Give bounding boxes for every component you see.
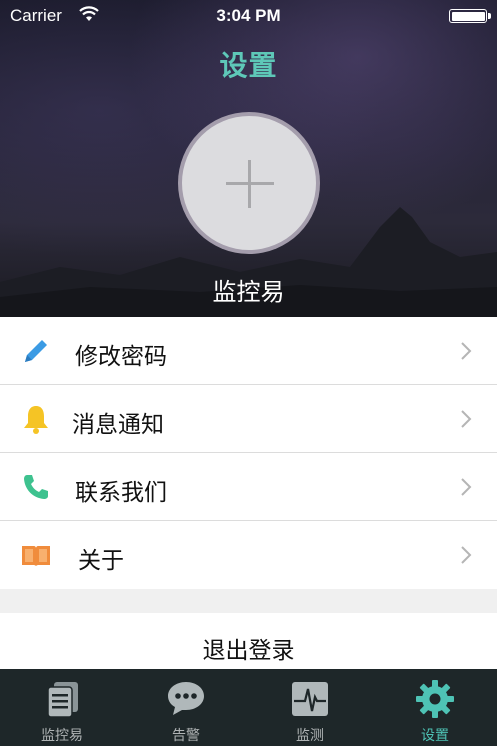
status-bar: Carrier 3:04 PM [0, 0, 497, 34]
tab-label: 设置 [421, 728, 449, 744]
gear-icon [416, 680, 454, 718]
logout-button[interactable]: 退出登录 [0, 613, 497, 669]
menu-item-label: 消息通知 [72, 412, 164, 438]
bell-icon [24, 406, 48, 434]
chevron-right-icon [461, 478, 472, 496]
avatar-add-button[interactable] [178, 112, 320, 254]
menu-item-about[interactable]: 关于 [0, 521, 497, 589]
tab-label: 告警 [172, 728, 200, 744]
pencil-icon [25, 340, 47, 362]
clock: 3:04 PM [216, 6, 281, 25]
phone-icon [24, 475, 48, 499]
documents-icon [47, 682, 78, 718]
logout-label: 退出登录 [202, 638, 295, 664]
menu-item-change-password[interactable]: 修改密码 [0, 317, 497, 385]
tab-monitoring[interactable]: 监测 [248, 669, 372, 746]
tab-label: 监测 [296, 728, 324, 744]
profile-header: Carrier 3:04 PM 设置 监控易 [0, 0, 497, 317]
app-name: 监控易 [212, 278, 285, 306]
book-icon [22, 546, 50, 566]
chevron-right-icon [461, 410, 472, 428]
page-title: 设置 [219, 49, 278, 82]
menu-item-contact-us[interactable]: 联系我们 [0, 453, 497, 521]
settings-menu: 修改密码 消息通知 联系我们 关于 [0, 317, 497, 589]
tab-alerts[interactable]: 告警 [124, 669, 248, 746]
menu-item-label: 联系我们 [75, 480, 167, 506]
chat-bubble-icon [168, 682, 204, 715]
tab-bar: 监控易 告警 监测 设置 [0, 669, 497, 746]
heartbeat-monitor-icon [292, 682, 328, 716]
battery-icon [449, 9, 491, 23]
chevron-right-icon [461, 342, 472, 360]
menu-item-notifications[interactable]: 消息通知 [0, 385, 497, 453]
tab-monitor-easy[interactable]: 监控易 [0, 669, 124, 746]
menu-item-label: 关于 [78, 548, 124, 574]
tab-label: 监控易 [41, 728, 83, 744]
chevron-right-icon [461, 546, 472, 564]
menu-item-label: 修改密码 [75, 344, 167, 370]
tab-settings[interactable]: 设置 [373, 669, 497, 746]
